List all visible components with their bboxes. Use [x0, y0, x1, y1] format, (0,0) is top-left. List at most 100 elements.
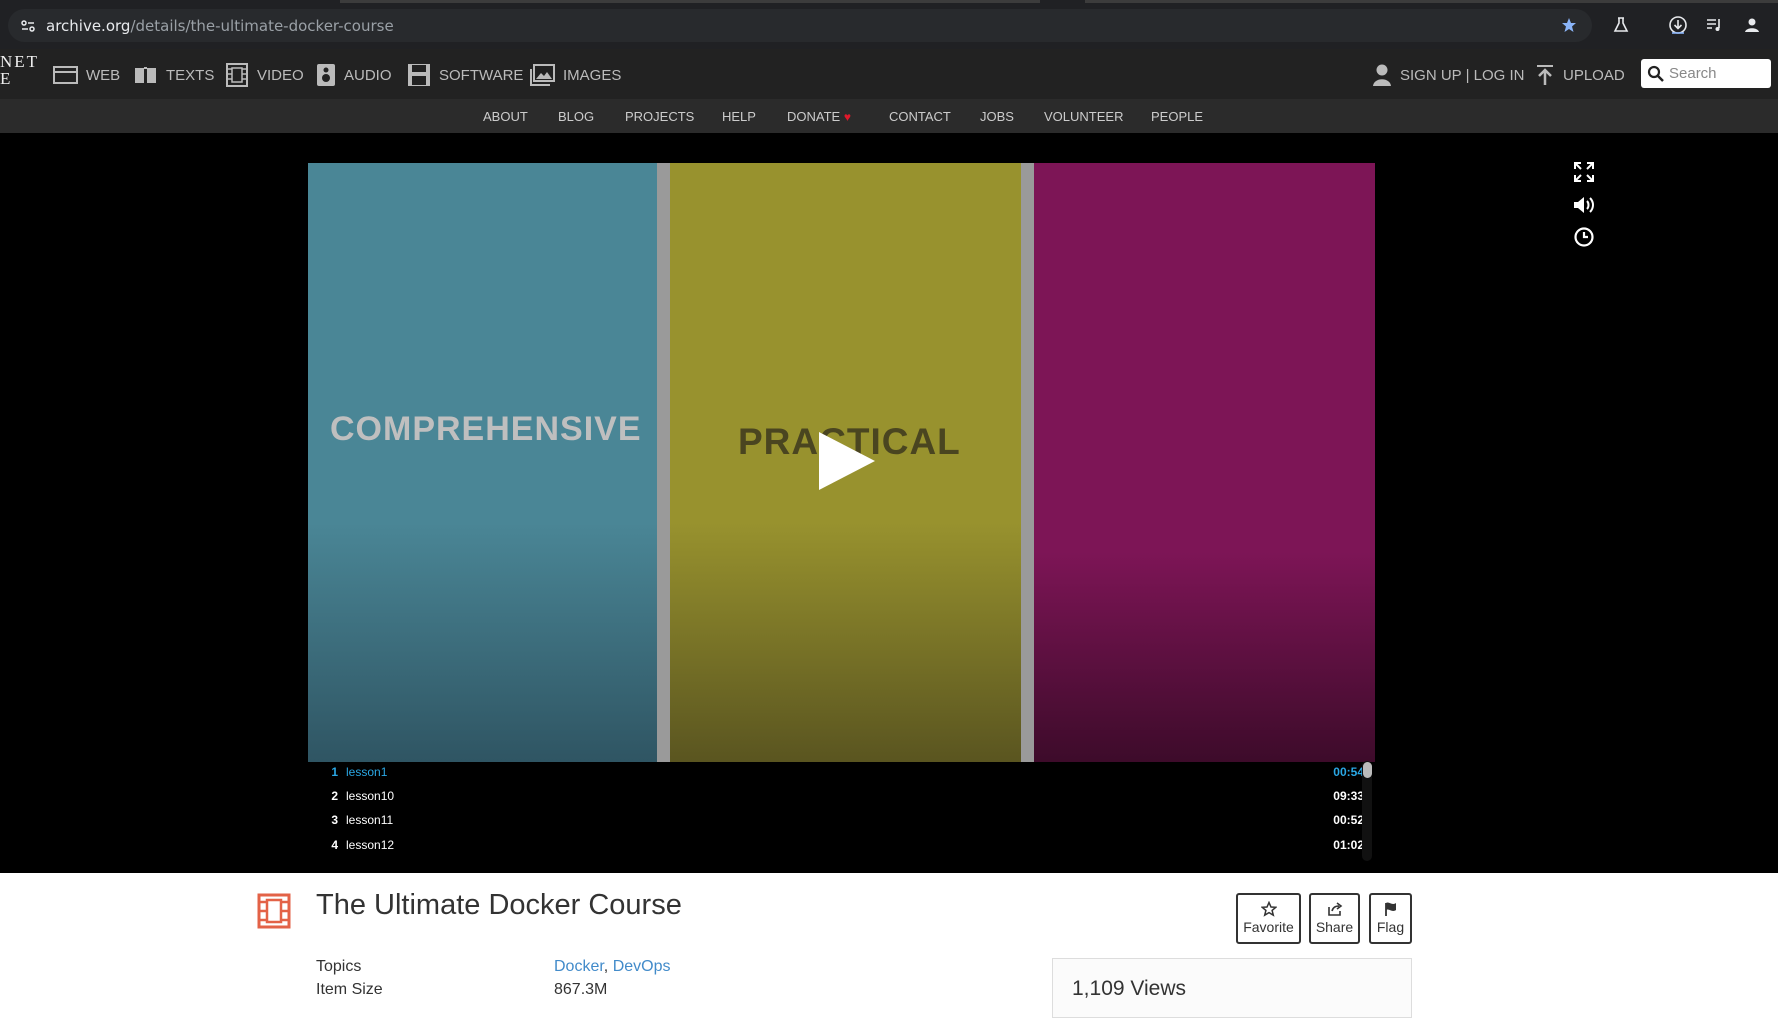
nav-web-label: WEB — [86, 66, 121, 84]
ia-logo[interactable]: NET E — [0, 53, 40, 99]
web-icon — [53, 66, 78, 84]
media-queue-icon[interactable] — [1704, 15, 1724, 35]
site-settings-icon[interactable] — [20, 18, 36, 34]
sub-nav-volunteer[interactable]: VOLUNTEER — [1044, 109, 1123, 124]
favorite-label: Favorite — [1243, 919, 1294, 935]
upload-icon — [1537, 65, 1553, 85]
favorite-button[interactable]: Favorite — [1236, 893, 1301, 944]
nav-texts-label: TEXTS — [166, 66, 215, 84]
sub-nav-donate[interactable]: DONATE ♥ — [787, 109, 851, 124]
speaker-icon — [317, 64, 335, 86]
topic-link-devops[interactable]: DevOps — [613, 958, 671, 975]
search-input[interactable]: Search — [1641, 59, 1771, 88]
flag-label: Flag — [1376, 919, 1405, 935]
url-text[interactable]: archive.org/details/the-ultimate-docker-… — [46, 17, 394, 35]
views-panel: 1,109 Views — [1052, 958, 1412, 1018]
user-icon — [1373, 64, 1391, 86]
nav-images[interactable]: IMAGES — [530, 63, 621, 87]
playlist-item[interactable]: 3 lesson11 00:52 — [320, 813, 1364, 835]
ia-sub-nav: ABOUT BLOG PROJECTS HELP DONATE ♥ CONTAC… — [0, 99, 1778, 133]
sub-nav-contact[interactable]: CONTACT — [889, 109, 951, 124]
sub-nav-help[interactable]: HELP — [722, 109, 756, 124]
track-title: lesson1 — [346, 765, 388, 779]
sub-nav-about[interactable]: ABOUT — [483, 109, 528, 124]
logo-line: E — [0, 69, 13, 88]
topics-value: Docker, DevOps — [554, 958, 671, 976]
fullscreen-icon[interactable] — [1573, 161, 1595, 183]
bookmark-star-icon[interactable] — [1561, 17, 1577, 33]
nav-audio-label: AUDIO — [344, 66, 392, 84]
playlist-item[interactable]: 2 lesson10 09:33 — [320, 789, 1364, 811]
item-title: The Ultimate Docker Course — [316, 889, 682, 921]
views-count: 1,109 Views — [1072, 977, 1187, 1000]
nav-software-label: SOFTWARE — [439, 66, 524, 84]
upload-label: UPLOAD — [1563, 66, 1625, 84]
track-duration: 00:52 — [1333, 813, 1364, 827]
movie-film-icon — [257, 893, 291, 929]
playlist-scroll-thumb[interactable] — [1363, 762, 1372, 778]
book-icon — [135, 67, 156, 83]
nav-video-label: VIDEO — [257, 66, 304, 84]
profile-icon[interactable] — [1742, 15, 1762, 35]
sub-nav-blog[interactable]: BLOG — [558, 109, 594, 124]
track-title: lesson11 — [346, 813, 394, 827]
share-label: Share — [1315, 919, 1354, 935]
heart-icon: ♥ — [843, 110, 851, 124]
url-domain: archive.org — [46, 17, 131, 35]
volume-icon[interactable] — [1573, 194, 1595, 216]
track-duration: 01:02 — [1333, 838, 1364, 852]
track-title: lesson10 — [346, 789, 395, 803]
browser-toolbar: archive.org/details/the-ultimate-docker-… — [0, 0, 1778, 49]
nav-software[interactable]: SOFTWARE — [407, 63, 523, 87]
clock-icon[interactable] — [1573, 226, 1595, 248]
nav-texts[interactable]: TEXTS — [133, 63, 214, 87]
track-number: 2 — [331, 789, 338, 803]
track-title: lesson12 — [346, 838, 395, 852]
playlist-item[interactable]: 1 lesson1 00:54 — [320, 765, 1364, 787]
playlist-item[interactable]: 4 lesson12 01:02 — [320, 838, 1364, 860]
sub-nav-jobs[interactable]: JOBS — [980, 109, 1014, 124]
flag-button[interactable]: Flag — [1369, 893, 1412, 944]
video-word-comprehensive: COMPREHENSIVE — [330, 410, 642, 448]
film-icon — [226, 63, 248, 87]
item-size-value: 867.3M — [554, 981, 608, 998]
nav-video[interactable]: VIDEO — [225, 63, 304, 87]
video-panel-magenta — [1034, 163, 1375, 762]
download-icon[interactable] — [1668, 15, 1688, 35]
floppy-icon — [408, 64, 430, 86]
sub-nav-people[interactable]: PEOPLE — [1151, 109, 1203, 124]
search-icon — [1647, 65, 1664, 82]
logo-line: NET — [0, 52, 40, 71]
signup-login-label: SIGN UP | LOG IN — [1400, 66, 1525, 84]
signup-login-link[interactable]: SIGN UP | LOG IN — [1372, 63, 1524, 87]
track-duration: 09:33 — [1333, 789, 1364, 803]
video-panel-blue — [308, 163, 657, 762]
tab-strip-edge — [340, 0, 1040, 3]
topics-label: Topics — [316, 958, 362, 975]
nav-web[interactable]: WEB — [53, 63, 120, 87]
upload-link[interactable]: UPLOAD — [1535, 63, 1625, 87]
track-number: 3 — [331, 813, 338, 827]
image-icon — [530, 64, 555, 86]
sub-nav-donate-label: DONATE — [787, 109, 841, 124]
track-number: 4 — [331, 838, 338, 852]
track-duration: 00:54 — [1333, 765, 1364, 779]
nav-audio[interactable]: AUDIO — [316, 63, 392, 87]
share-icon — [1327, 902, 1342, 916]
tab-strip-edge — [1085, 0, 1778, 3]
flag-icon — [1384, 902, 1396, 916]
video-player-area — [0, 133, 1778, 873]
address-bar[interactable]: archive.org/details/the-ultimate-docker-… — [8, 9, 1592, 42]
sub-nav-projects[interactable]: PROJECTS — [625, 109, 694, 124]
topic-link-docker[interactable]: Docker — [554, 958, 604, 975]
play-icon[interactable] — [817, 430, 877, 492]
labs-flask-icon[interactable] — [1611, 15, 1631, 35]
share-button[interactable]: Share — [1309, 893, 1360, 944]
star-outline-icon — [1260, 901, 1277, 917]
ia-top-nav: NET E WEB TEXTS VIDEO AUDIO SOFTWARE IMA… — [0, 49, 1778, 99]
track-number: 1 — [331, 765, 338, 779]
video-panel-divider — [657, 163, 670, 762]
video-panel-divider — [1021, 163, 1034, 762]
nav-images-label: IMAGES — [563, 66, 622, 84]
search-placeholder: Search — [1669, 65, 1717, 82]
